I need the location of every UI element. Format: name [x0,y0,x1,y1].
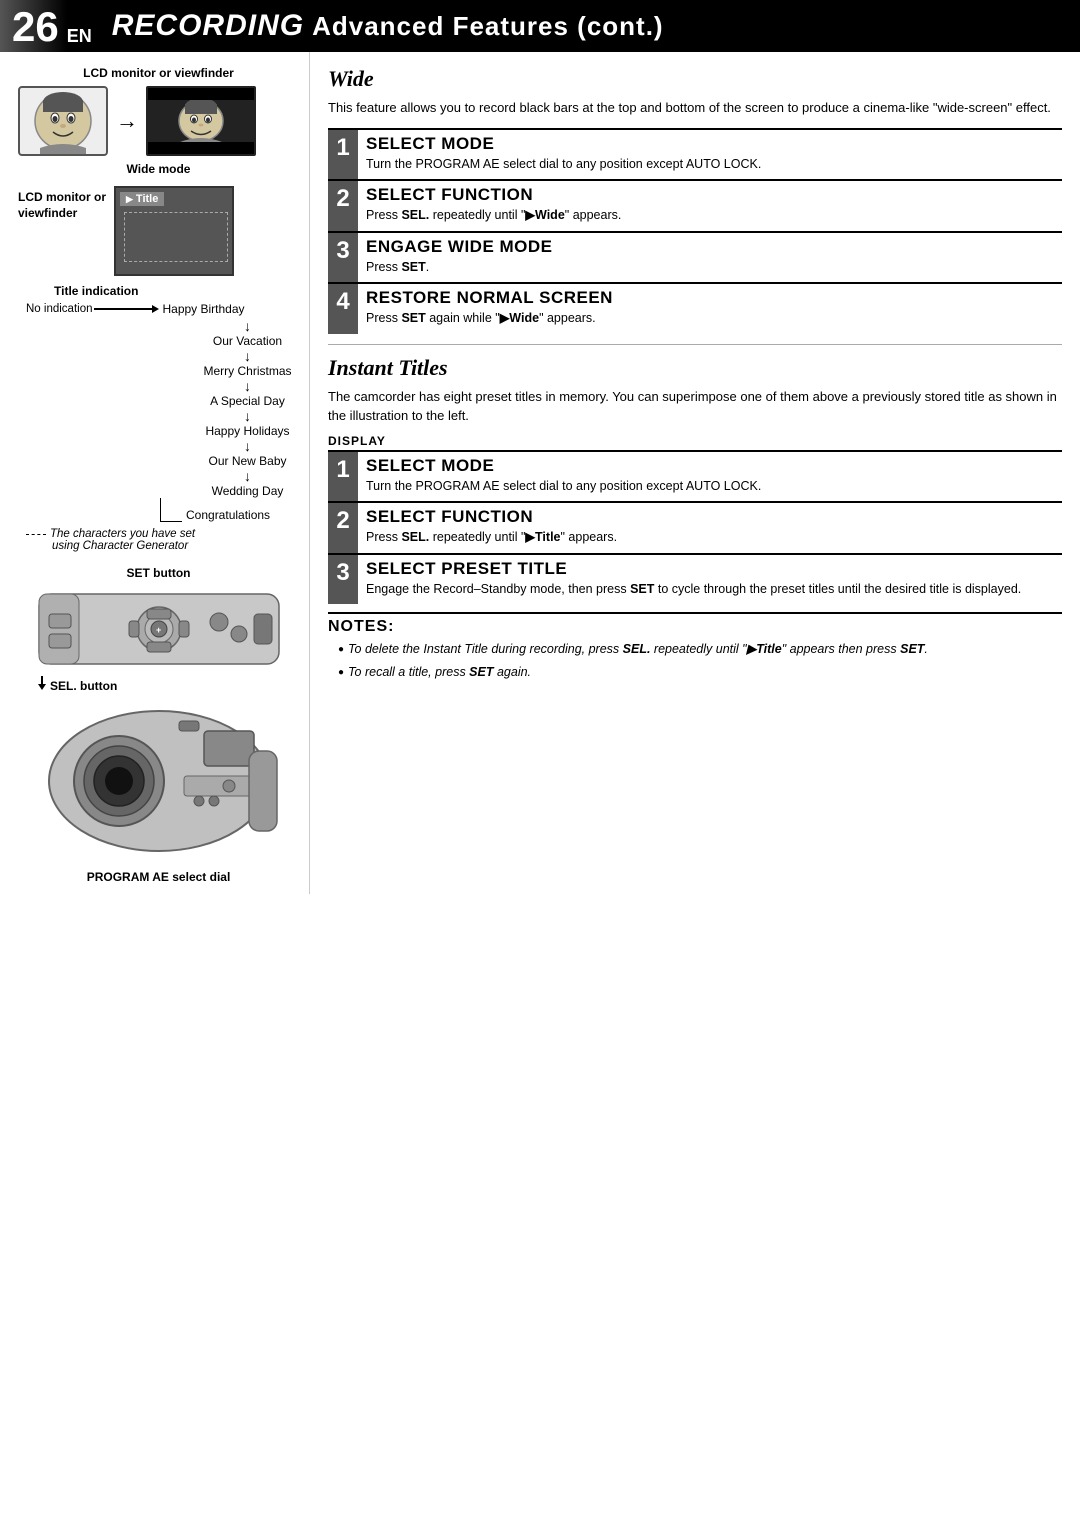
instant-titles-section: Instant Titles The camcorder has eight p… [328,355,1062,605]
wide-section: Wide This feature allows you to record b… [328,66,1062,334]
left-column: LCD monitor or viewfinder [0,52,310,894]
title-special-day: A Special Day [210,394,285,408]
title-our-new-baby: Our New Baby [208,454,286,468]
step-number-4: 4 [328,284,358,334]
page-suffix: EN [67,26,92,52]
lcd-monitor-label: LCD monitor or viewfinder [18,66,299,80]
instant-step-1-body: Turn the PROGRAM AE select dial to any p… [366,478,1056,496]
camera-body-diagram [18,701,299,864]
page-number: 26 [0,0,67,52]
notes-title: NOTES: [328,618,1062,636]
title-merry-christmas: Merry Christmas [203,364,291,378]
play-icon: ▶ [126,194,133,205]
step-3-content: ENGAGE WIDE MODE Press SET. [358,233,1062,283]
instant-step-3-header: SELECT PRESET TITLE [366,559,1056,579]
page-header: 26 EN RECORDING Advanced Features (cont.… [0,0,1080,52]
recording-label: RECORDING [112,9,304,43]
title-happy-birthday: Happy Birthday [162,302,244,316]
instant-step-3: 3 SELECT PRESET TITLE Engage the Record–… [328,553,1062,605]
instant-titles-desc: The camcorder has eight preset titles in… [328,387,1062,426]
title-congratulations: Congratulations [186,508,270,522]
instant-step-1-content: SELECT MODE Turn the PROGRAM AE select d… [358,452,1062,502]
viewfinder-dashed-area [124,212,228,262]
no-indication-text: No indication [26,303,92,315]
title-tree: No indication Happy Birthday ↓ Our Vacat… [26,302,299,552]
step-1-content: SELECT MODE Turn the PROGRAM AE select d… [358,130,1062,180]
wide-step-1: 1 SELECT MODE Turn the PROGRAM AE select… [328,128,1062,180]
lcd-wide-box [146,86,256,156]
notes-list: To delete the Instant Title during recor… [328,640,1062,682]
lcd-comparison-row: → [18,86,299,156]
instant-step-2-content: SELECT FUNCTION Press SEL. repeatedly un… [358,503,1062,553]
step-number-3: 3 [328,233,358,283]
title-text: Title [136,193,158,205]
wide-step-2: 2 SELECT FUNCTION Press SEL. repeatedly … [328,179,1062,231]
camera-top-controls: + [29,584,289,677]
instant-step-1-header: SELECT MODE [366,456,1056,476]
instant-step-1: 1 SELECT MODE Turn the PROGRAM AE select… [328,450,1062,502]
right-arrow: → [116,108,138,134]
step-number-1: 1 [328,130,358,180]
title-wedding-day: Wedding Day [212,484,284,498]
title-indication-label: Title indication [54,284,299,298]
notes-section: NOTES: To delete the Instant Title durin… [328,612,1062,682]
set-button-label: SET button [18,566,299,580]
viewfinder-box: ▶ Title [114,186,234,276]
instant-step-2: 2 SELECT FUNCTION Press SEL. repeatedly … [328,501,1062,553]
instant-step-3-body: Engage the Record–Standby mode, then pre… [366,581,1056,599]
instant-step-number-2: 2 [328,503,358,553]
wide-mode-label: Wide mode [18,162,299,176]
step-3-header: ENGAGE WIDE MODE [366,237,1056,257]
instant-step-3-content: SELECT PRESET TITLE Engage the Record–St… [358,555,1062,605]
instant-titles-title: Instant Titles [328,355,1062,381]
wide-section-desc: This feature allows you to record black … [328,98,1062,118]
step-3-body: Press SET. [366,259,1056,277]
step-4-content: RESTORE NORMAL SCREEN Press SET again wh… [358,284,1062,334]
wide-section-title: Wide [328,66,1062,92]
step-4-header: RESTORE NORMAL SCREEN [366,288,1056,308]
instant-step-number-1: 1 [328,452,358,502]
subtitle-label: Advanced Features (cont.) [312,11,664,42]
characters-note-part1: The characters you have set [50,528,195,540]
wide-step-3: 3 ENGAGE WIDE MODE Press SET. [328,231,1062,283]
display-label: DISPLAY [328,434,1062,448]
wide-step-4: 4 RESTORE NORMAL SCREEN Press SET again … [328,282,1062,334]
viewfinder-label: LCD monitor or viewfinder [18,186,106,221]
sel-button-label: SEL. button [50,679,117,693]
buttons-diagram: SET button [18,566,299,884]
step-number-2: 2 [328,181,358,231]
step-2-content: SELECT FUNCTION Press SEL. repeatedly un… [358,181,1062,231]
lcd-normal-box [18,86,108,156]
main-content: LCD monitor or viewfinder [0,52,1080,894]
instant-step-number-3: 3 [328,555,358,605]
right-column: Wide This feature allows you to record b… [310,52,1080,894]
instant-step-2-header: SELECT FUNCTION [366,507,1056,527]
program-ae-label: PROGRAM AE select dial [18,870,299,884]
wide-inner-face [158,98,244,144]
title-happy-holidays: Happy Holidays [205,424,289,438]
svg-text:+: + [156,625,161,635]
step-4-body: Press SET again while "▶Wide" appears. [366,310,1056,328]
page-title: RECORDING Advanced Features (cont.) [92,0,1080,52]
viewfinder-title-bar: ▶ Title [120,192,164,206]
section-divider [328,344,1062,345]
instant-step-2-body: Press SEL. repeatedly until "▶Title" app… [366,529,1056,547]
step-2-body: Press SEL. repeatedly until "▶Wide" appe… [366,207,1056,225]
note-item-1: To delete the Instant Title during recor… [338,640,1062,659]
wide-bar-top [148,88,254,100]
step-1-body: Turn the PROGRAM AE select dial to any p… [366,156,1056,174]
step-1-header: SELECT MODE [366,134,1056,154]
wide-bar-bottom [148,142,254,154]
title-our-vacation: Our Vacation [213,334,282,348]
step-2-header: SELECT FUNCTION [366,185,1056,205]
note-item-2: To recall a title, press SET again. [338,663,1062,682]
characters-note-part2: using Character Generator [52,540,299,552]
